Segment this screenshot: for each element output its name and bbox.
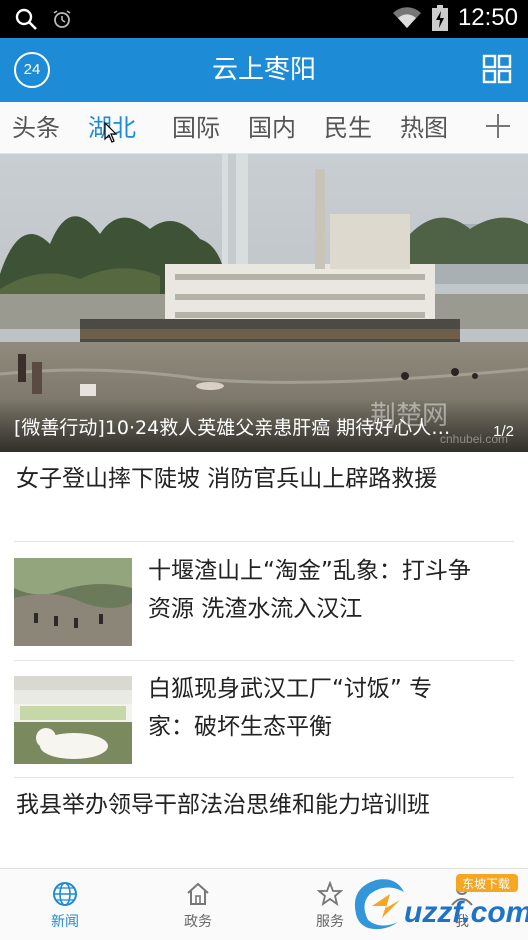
app-title: 云上枣阳: [211, 55, 316, 85]
news-item-title[interactable]: 女子登山摔下陡坡 消防官兵山上辟路救援: [16, 460, 516, 498]
news-title-line: 家：破坏生态平衡: [148, 714, 332, 740]
tab-retu[interactable]: 热图: [400, 112, 448, 144]
clock: 12:50: [457, 4, 518, 31]
plus-icon[interactable]: [486, 114, 510, 138]
nav-news[interactable]: 新闻: [30, 881, 100, 931]
news-item-title[interactable]: 白狐现身武汉工厂“讨饭” 专 家：破坏生态平衡: [148, 670, 516, 746]
news-title-line: 白狐现身武汉工厂“讨饭” 专: [148, 676, 433, 702]
watermark-badge: 东坡下载: [462, 877, 511, 891]
divider: [14, 660, 514, 661]
news-item-title[interactable]: 我县举办领导干部法治思维和能力培训班: [16, 786, 516, 824]
tab-guonei[interactable]: 国内: [248, 112, 296, 144]
watermark-text: uzzf.com: [404, 896, 528, 929]
news-thumbnail[interactable]: [14, 676, 132, 764]
news-title-line: 十堰渣山上“淘金”乱象：打斗争: [148, 558, 471, 584]
globe-icon: [53, 882, 77, 906]
wifi-icon: [392, 7, 421, 29]
app-header: 24 云上枣阳: [0, 38, 528, 102]
news-thumbnail[interactable]: [14, 558, 132, 646]
thumbnail-image: [14, 558, 132, 646]
tab-toutiao[interactable]: 头条: [12, 112, 60, 144]
thumbnail-image: [14, 676, 132, 764]
hero-watermark-url: cnhubei.com: [440, 432, 509, 446]
news-item-title[interactable]: 十堰渣山上“淘金”乱象：打斗争 资源 洗渣水流入汉江: [148, 552, 516, 628]
nav-label: 新闻: [51, 914, 79, 930]
news-title-line: 资源 洗渣水流入汉江: [148, 596, 363, 622]
tab-guoji[interactable]: 国际: [172, 112, 220, 144]
status-bar: 12:50: [0, 0, 528, 38]
divider: [14, 541, 514, 542]
star-icon: [317, 881, 343, 907]
divider: [14, 777, 514, 778]
battery-icon: [431, 5, 448, 31]
mouse-cursor-icon: [104, 122, 118, 143]
hero-watermark: 荆楚网: [370, 401, 449, 431]
alarm-icon: [53, 10, 71, 28]
tab-minsheng[interactable]: 民生: [324, 112, 372, 144]
nav-label: 政务: [184, 914, 212, 930]
hero-banner[interactable]: [微善行动]10·24救人英雄父亲患肝癌 期待好心人伸援手 1/2 荆楚网 cn…: [0, 154, 528, 452]
search-icon: [15, 8, 37, 30]
grid-icon[interactable]: [482, 54, 512, 84]
home-icon: [187, 882, 209, 905]
category-tabs: 头条 湖北 国际 国内 民生 热图: [0, 102, 528, 154]
nav-government[interactable]: 政务: [163, 881, 233, 931]
site-watermark: 东坡下载 uzzf.com: [346, 870, 528, 936]
